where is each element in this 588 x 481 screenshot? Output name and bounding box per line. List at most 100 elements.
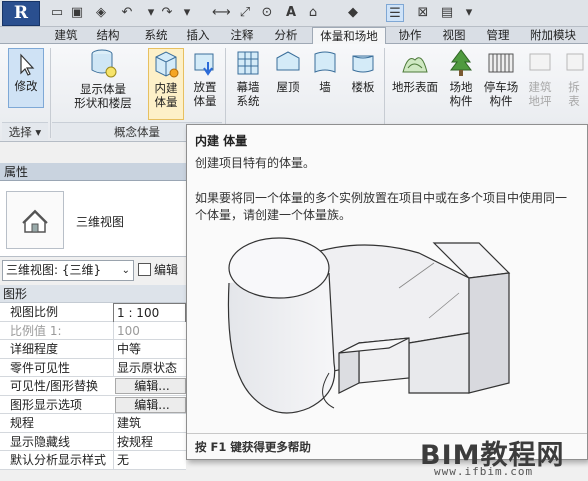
property-row[interactable]: 规程 建筑 (0, 414, 186, 433)
property-value[interactable]: 按规程 (113, 432, 186, 451)
property-value: 100 (113, 321, 186, 340)
tag-icon[interactable]: ⊙ (258, 4, 276, 22)
tab-architecture[interactable]: 建筑 (48, 27, 84, 44)
curtain-line1: 幕墙 (236, 80, 260, 94)
curtain-line2: 系统 (236, 94, 260, 108)
curtain-system-icon (237, 51, 259, 75)
property-value[interactable]: 建筑 (113, 414, 186, 432)
split-surface-button[interactable]: 拆 表 (562, 48, 586, 120)
redo-icon[interactable]: ↷ (158, 4, 176, 22)
site-comp-line1: 场地 (449, 80, 473, 94)
property-row[interactable]: 可见性/图形替换 编辑... (0, 377, 186, 396)
tab-massing-site[interactable]: 体量和场地 (312, 27, 386, 45)
cursor-icon (20, 53, 35, 76)
tab-systems[interactable]: 系统 (138, 27, 174, 44)
undo-icon[interactable]: ↶ (118, 4, 136, 22)
property-row[interactable]: 详细程度 中等 (0, 340, 186, 359)
roof-label: 屋顶 (276, 80, 300, 94)
edit-type-button[interactable]: 编辑 (138, 260, 186, 281)
property-row[interactable]: 默认分析显示样式无 (0, 451, 186, 470)
tab-view[interactable]: 视图 (436, 27, 472, 44)
tab-manage[interactable]: 管理 (480, 27, 516, 44)
thin-lines-icon[interactable]: ☰ (386, 4, 404, 22)
show-mass-line1: 显示体量 (80, 82, 126, 96)
roof-by-face-icon (276, 51, 300, 71)
tab-annotate[interactable]: 注释 (224, 27, 260, 44)
watermark-url: www.ifbim.com (434, 465, 534, 478)
text-icon[interactable]: A (282, 4, 300, 22)
building-pad-button[interactable]: 建筑 地坪 (524, 48, 556, 120)
category-graphics[interactable]: 图形 (0, 285, 186, 303)
sync-icon[interactable]: ◈ (92, 4, 110, 22)
roof-by-face-button[interactable]: 屋顶 (270, 48, 306, 108)
site-comp-line2: 构件 (449, 94, 473, 108)
wall-by-face-icon (314, 51, 336, 73)
split-surface-icon (566, 53, 584, 71)
ribbon-separator (50, 48, 51, 138)
open-icon[interactable]: ▭ (48, 4, 66, 22)
measure-icon[interactable]: ⟷ (212, 4, 231, 22)
property-value[interactable]: 显示原状态 (113, 358, 186, 377)
inplace-mass-line1: 内建 (154, 81, 178, 95)
wall-label: 墙 (319, 80, 331, 94)
place-mass-icon (194, 53, 214, 76)
property-row[interactable]: 视图比例 1 : 100 (0, 303, 186, 323)
modify-button[interactable]: 修改 (8, 48, 44, 108)
inplace-mass-button[interactable]: 内建 体量 (148, 48, 184, 120)
property-value[interactable]: 中等 (113, 340, 186, 358)
tooltip-description: 创建项目特有的体量。 (195, 156, 316, 170)
switch-windows-icon[interactable]: ▤ (438, 4, 456, 22)
parking-component-button[interactable]: 停车场 构件 (480, 48, 522, 120)
property-name: 零件可见性 (10, 360, 71, 375)
save-icon[interactable]: ▣ (68, 4, 86, 22)
curtain-system-button[interactable]: 幕墙 系统 (230, 48, 266, 120)
mass-illustration (227, 237, 511, 414)
redo-dropdown-icon[interactable]: ▾ (178, 4, 196, 22)
toposurface-button[interactable]: 地形表面 (388, 48, 442, 108)
property-edit-button[interactable]: 编辑... (115, 378, 186, 394)
property-row[interactable]: 比例值 1: 100 (0, 321, 186, 340)
property-name: 规程 (10, 416, 35, 430)
site-component-button[interactable]: 场地 构件 (446, 48, 476, 120)
property-row[interactable]: 零件可见性 显示原状态 (0, 358, 186, 377)
view-instance-selector[interactable]: 三维视图: {三维} ⌄ (2, 260, 134, 281)
dimension-icon[interactable]: ⤢ (236, 4, 254, 22)
3d-view-icon[interactable]: ⌂ (304, 4, 322, 22)
tooltip-detail: 如果要将同一个体量的多个实例放置在项目中或在多个项目中使用同一个体量，请创建一个… (195, 191, 568, 222)
section-icon[interactable]: ◆ (344, 4, 362, 22)
tab-structure[interactable]: 结构 (90, 27, 126, 44)
chevron-down-icon: ⌄ (121, 265, 130, 276)
wall-by-face-button[interactable]: 墙 (308, 48, 342, 108)
edit-type-icon (138, 263, 151, 276)
customize-toolbar-icon[interactable]: ▾ (460, 4, 478, 22)
inplace-mass-icon (155, 51, 179, 78)
tab-addins[interactable]: 附加模块 (524, 27, 582, 44)
type-preview (6, 191, 64, 249)
property-name: 显示隐藏线 (10, 434, 71, 449)
application-menu-button[interactable]: R (2, 1, 40, 26)
floor-by-face-button[interactable]: 楼板 (346, 48, 380, 108)
house-icon (22, 209, 48, 233)
tooltip-title: 内建 体量 (195, 134, 248, 148)
type-selector[interactable]: 三维视图 (0, 181, 186, 257)
split-line2: 表 (568, 94, 580, 108)
tab-collaborate[interactable]: 协作 (392, 27, 428, 44)
property-value[interactable]: 无 (113, 451, 186, 469)
close-windows-icon[interactable]: ⊠ (414, 4, 432, 22)
property-name: 默认分析显示样式 (10, 453, 107, 467)
property-value[interactable]: 1 : 100 (113, 303, 186, 323)
floor-label: 楼板 (351, 80, 375, 94)
tab-insert[interactable]: 插入 (180, 27, 216, 44)
property-row[interactable]: 图形显示选项 编辑... (0, 395, 186, 414)
parking-line2: 构件 (489, 94, 513, 108)
property-row[interactable]: 显示隐藏线 按规程 (0, 432, 186, 451)
place-mass-button[interactable]: 放置 体量 (188, 48, 222, 120)
show-mass-button[interactable]: 显示体量 形状和楼层 (72, 48, 134, 118)
properties-table: 图形 视图比例 1 : 100 比例值 1: 100 详细程度 中等零件可见性 显示原状态可… (0, 285, 186, 470)
select-panel-label[interactable]: 选择 ▾ (2, 122, 48, 140)
property-name: 详细程度 (10, 342, 59, 356)
property-edit-button[interactable]: 编辑... (115, 396, 186, 413)
modify-label: 修改 (14, 79, 38, 93)
floor-by-face-icon (352, 55, 374, 73)
tab-analyze[interactable]: 分析 (268, 27, 304, 44)
